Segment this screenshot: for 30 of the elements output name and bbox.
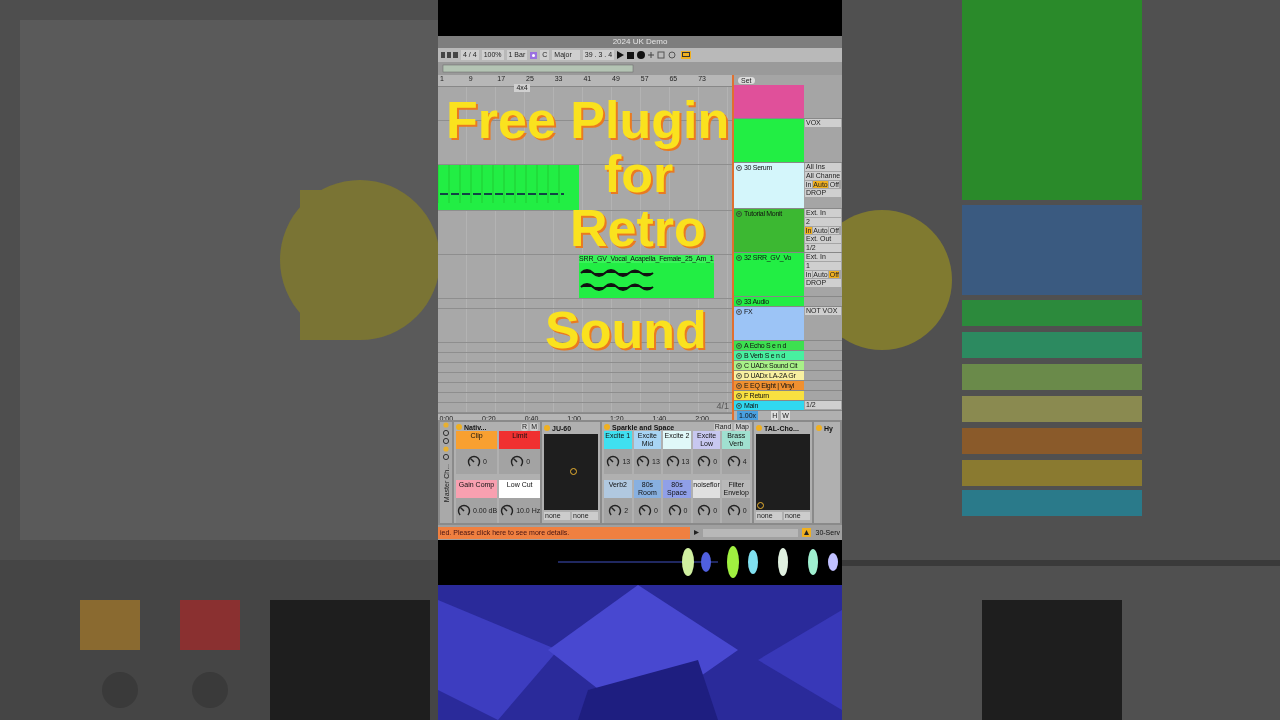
scale-icon bbox=[530, 51, 538, 59]
control-strip-drawing bbox=[443, 422, 449, 460]
track-header[interactable] bbox=[734, 119, 804, 162]
warning-icon bbox=[802, 528, 812, 537]
fold-icon bbox=[736, 165, 742, 171]
fold-icon bbox=[736, 393, 742, 399]
fold-icon bbox=[736, 211, 742, 217]
view-buttons-icon bbox=[441, 51, 458, 59]
fold-icon bbox=[736, 373, 742, 379]
loop-length-label: 4/1 bbox=[716, 400, 729, 411]
stop-icon bbox=[627, 51, 635, 59]
clip[interactable] bbox=[438, 164, 580, 210]
loop-button[interactable] bbox=[681, 51, 692, 59]
overlay-title: Retro bbox=[570, 201, 706, 255]
fold-icon bbox=[736, 343, 742, 349]
window-title: 2024 UK Demo bbox=[612, 37, 668, 47]
fold-icon bbox=[736, 255, 742, 261]
fold-icon bbox=[736, 299, 742, 305]
fold-icon bbox=[736, 309, 742, 315]
track-header[interactable] bbox=[734, 85, 804, 118]
overlay-title: Free Plugin bbox=[446, 93, 730, 147]
fold-icon bbox=[736, 353, 742, 359]
fold-icon bbox=[736, 403, 742, 409]
play-icon bbox=[694, 530, 699, 535]
overlay-title: Sound bbox=[545, 303, 707, 357]
edit-tools-icon bbox=[648, 51, 679, 59]
play-icon bbox=[617, 51, 625, 59]
fold-icon bbox=[736, 383, 742, 389]
record-icon bbox=[637, 51, 646, 59]
fold-icon bbox=[736, 363, 742, 369]
